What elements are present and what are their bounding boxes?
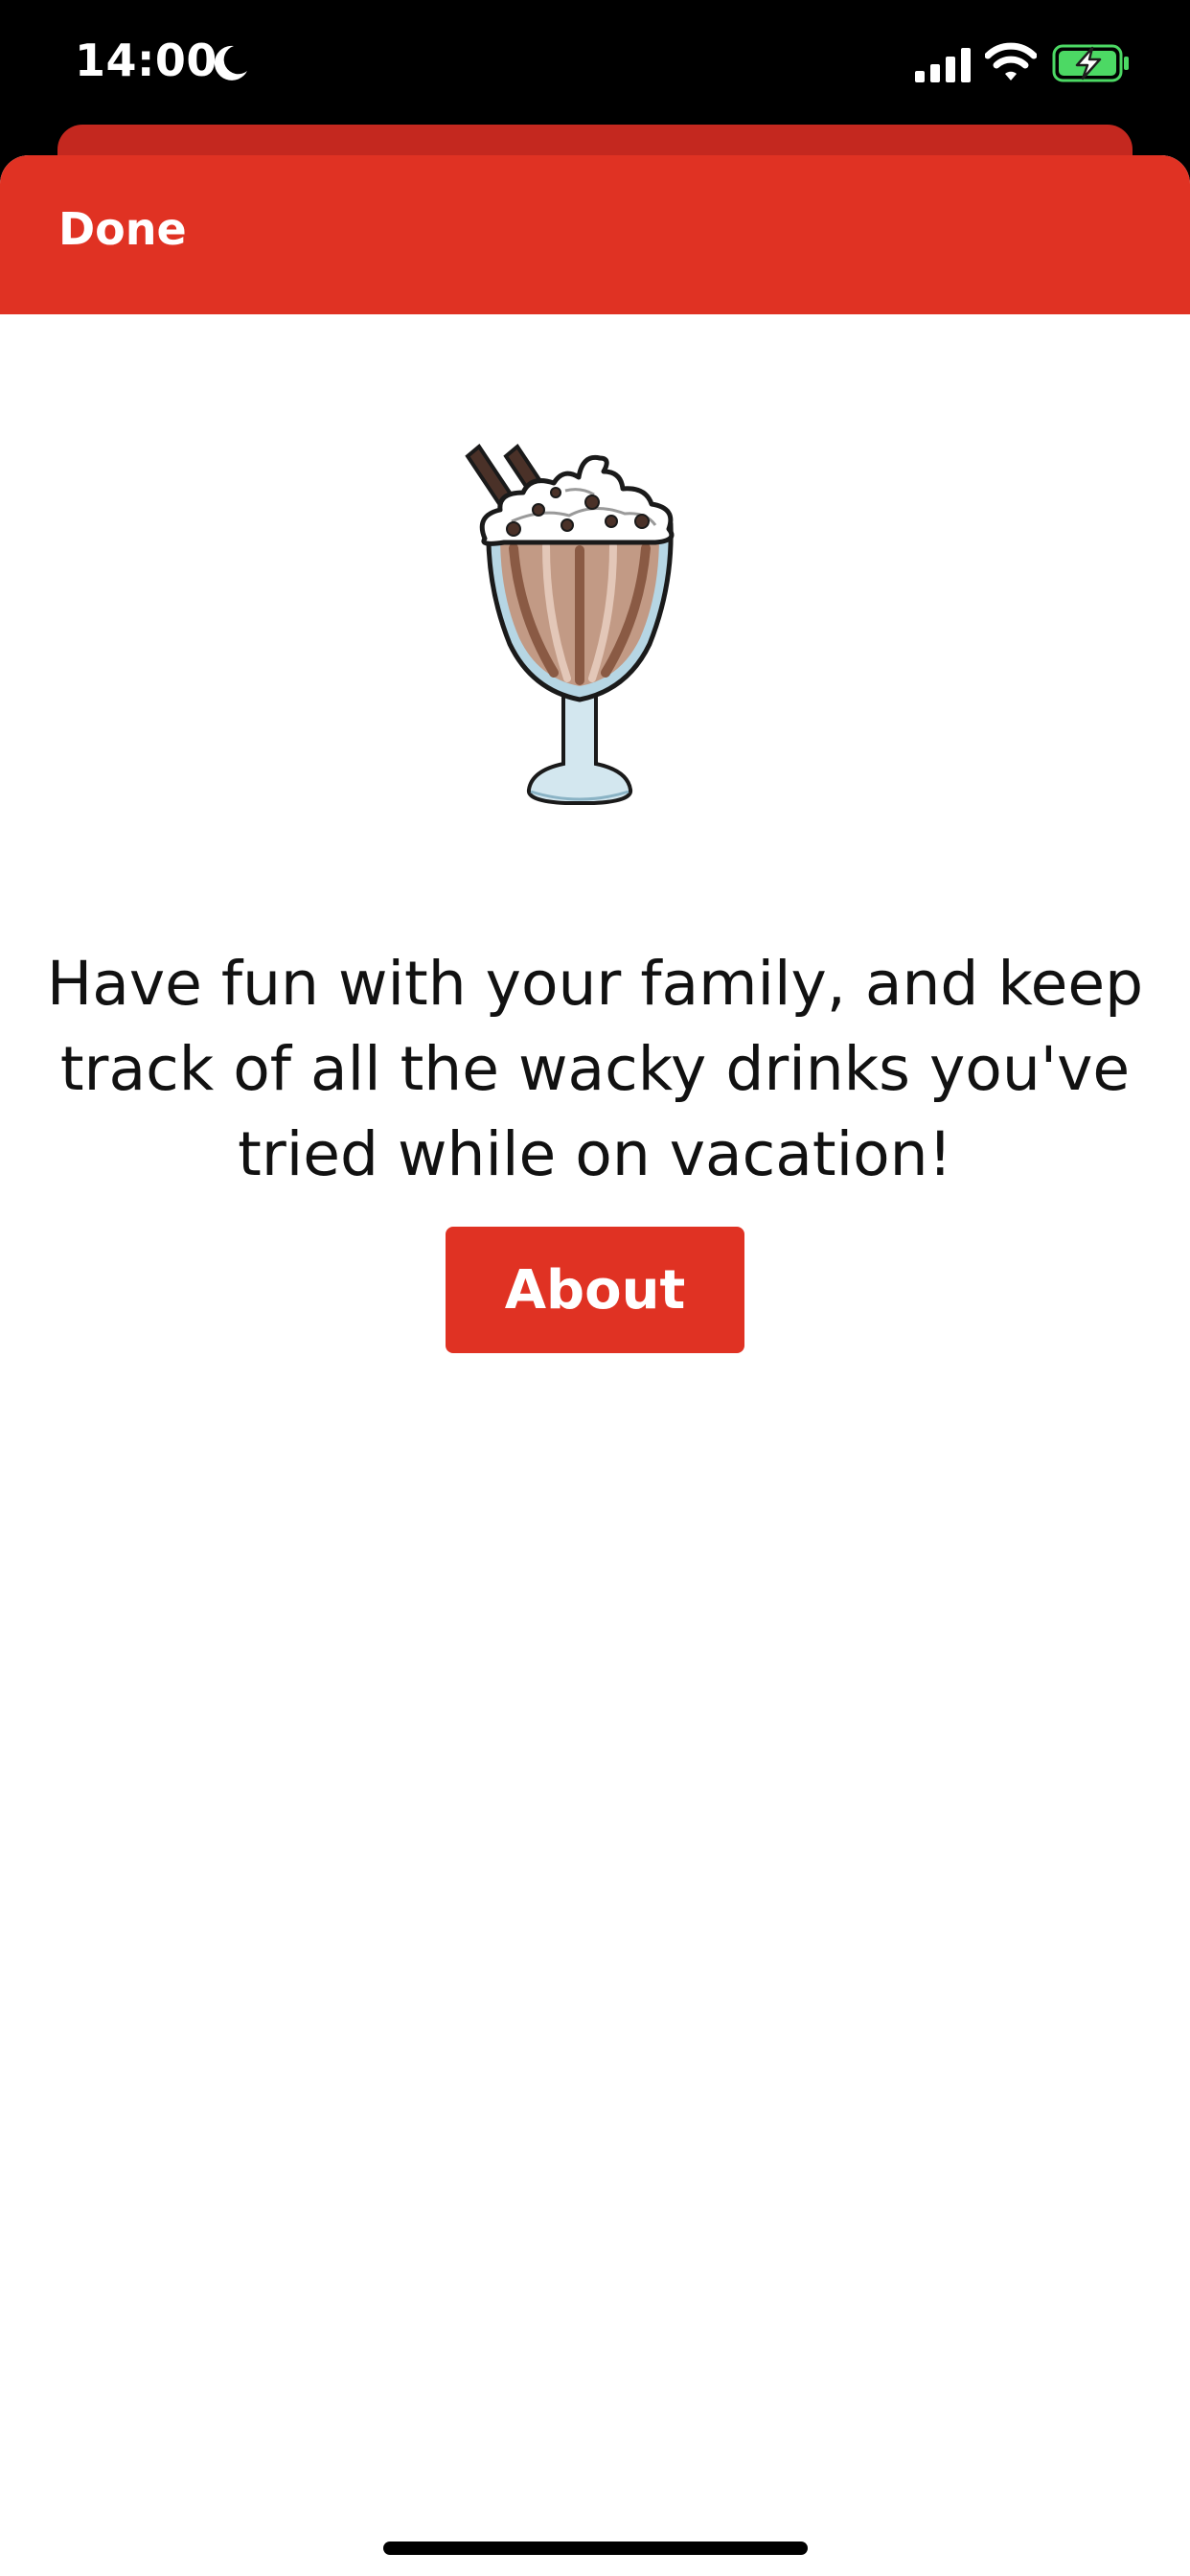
nav-bar: Done (0, 155, 1190, 314)
modal-sheet: Done Have fun with your family, and keep… (0, 155, 1190, 2576)
milkshake-icon (465, 444, 675, 805)
done-button[interactable]: Done (58, 203, 187, 255)
status-time: 14:00 (75, 34, 217, 86)
home-indicator[interactable] (383, 2542, 808, 2555)
moon-icon (214, 45, 247, 80)
battery-charging-icon (1052, 44, 1129, 82)
wifi-icon (985, 42, 1037, 80)
status-bar: 14:00 (0, 0, 1190, 125)
cellular-signal-icon (915, 48, 971, 82)
about-button[interactable]: About (446, 1227, 744, 1353)
tagline-text: Have fun with your family, and keep trac… (46, 949, 1144, 1189)
